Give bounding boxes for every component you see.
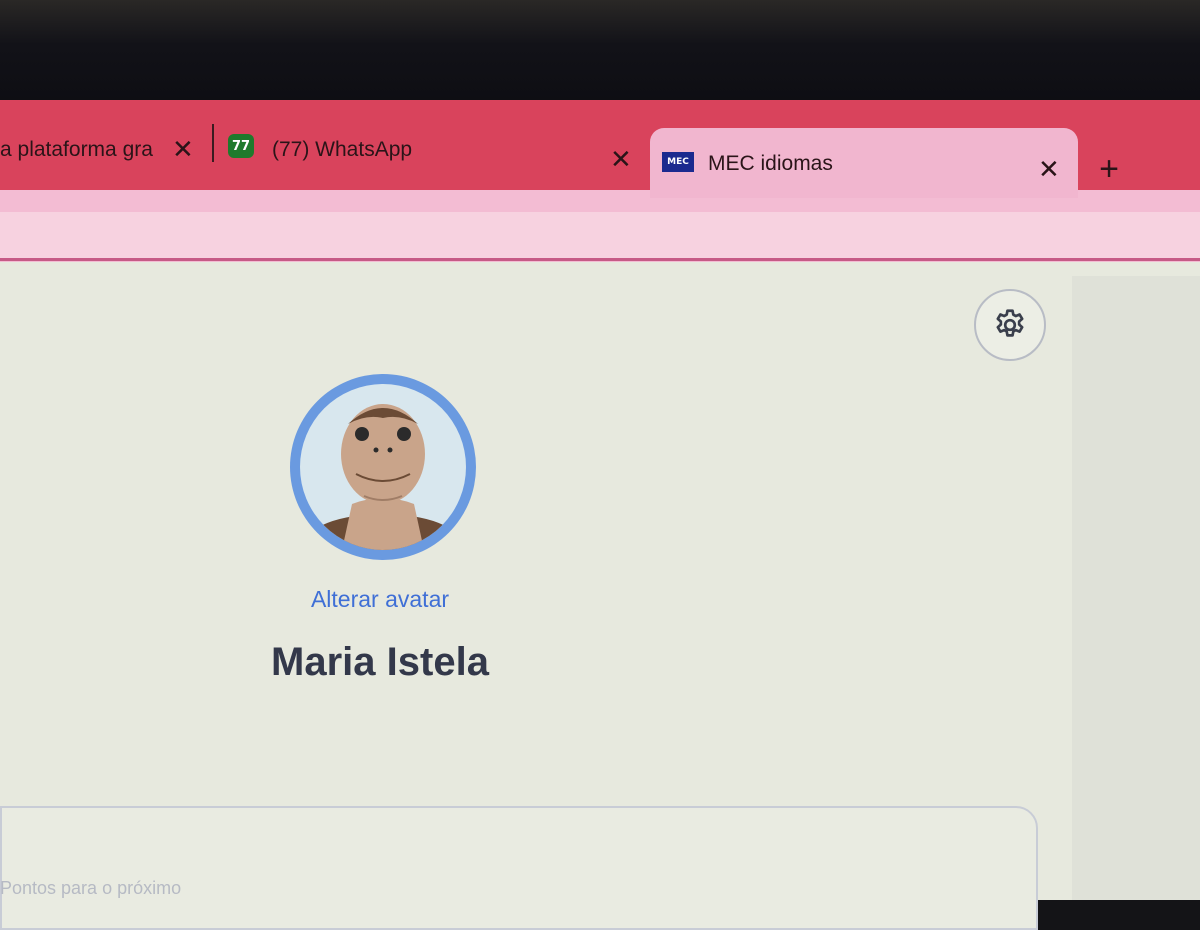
gear-icon	[996, 309, 1024, 337]
new-tab-button[interactable]: +	[1090, 150, 1128, 188]
tab-title: (77) WhatsApp	[272, 138, 413, 161]
whatsapp-icon: 77	[228, 134, 254, 158]
tab-mec-idiomas[interactable]: MEC MEC idiomas ✕	[650, 128, 1078, 198]
tab-content: MEC MEC idiomas ✕	[662, 144, 1062, 184]
change-avatar-link[interactable]: Alterar avatar	[280, 586, 480, 613]
tab-separator	[212, 124, 214, 162]
tab-plataforma[interactable]: a plataforma gra ✕	[0, 128, 205, 174]
screen-bezel	[0, 0, 1200, 112]
user-name: Maria Istela	[271, 640, 489, 684]
close-icon[interactable]: ✕	[172, 136, 194, 162]
tab-title: a plataforma gra	[0, 138, 153, 161]
close-icon[interactable]: ✕	[1038, 156, 1060, 182]
mec-icon: MEC	[662, 152, 694, 172]
settings-button[interactable]	[974, 289, 1046, 361]
address-bar[interactable]	[0, 212, 1200, 261]
tab-title: MEC idiomas	[708, 152, 833, 175]
tab-whatsapp[interactable]: 77 (77) WhatsApp ✕	[226, 128, 646, 176]
scroll-gutter	[1072, 276, 1200, 900]
card-text: Pontos para o próximo	[0, 878, 182, 898]
turtle-avatar-icon	[305, 404, 461, 550]
close-icon[interactable]: ✕	[610, 146, 632, 172]
points-card	[0, 806, 1038, 930]
avatar[interactable]	[300, 384, 466, 550]
